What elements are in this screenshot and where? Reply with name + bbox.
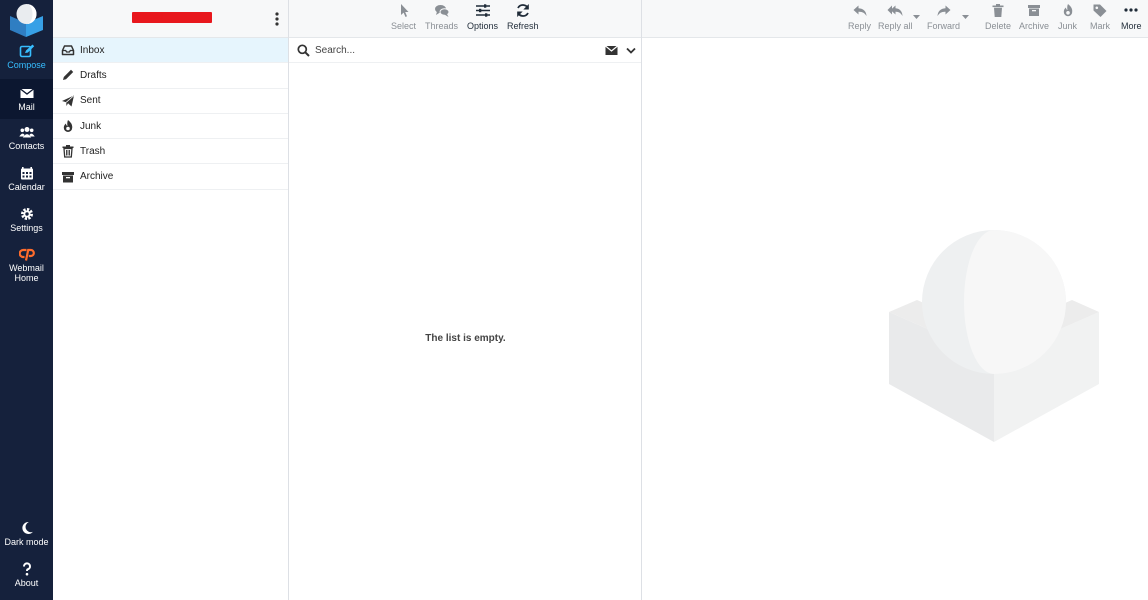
folder-inbox-label: Inbox (80, 44, 105, 56)
nav-dark-mode[interactable]: Dark mode (0, 521, 53, 551)
reply-label: Reply (848, 21, 872, 31)
account-name: redacted (132, 12, 212, 23)
folder-panel: redacted Inbox Drafts Sent Junk Trash Ar… (53, 0, 289, 600)
threads-label: Threads (425, 21, 459, 31)
folder-junk-label: Junk (80, 120, 102, 132)
comments-icon (434, 5, 450, 17)
message-list-panel: Select Threads Options Refresh Search...… (289, 0, 642, 600)
refresh-label: Refresh (507, 21, 539, 31)
folder-archive-label: Archive (80, 171, 114, 183)
folder-archive[interactable]: Archive (53, 164, 288, 190)
archive-button[interactable]: Archive (1019, 3, 1049, 31)
envelope-icon (19, 88, 34, 98)
junk-label: Junk (1058, 21, 1078, 31)
select-button[interactable]: Select (391, 3, 416, 31)
forward-label: Forward (927, 21, 961, 31)
fire-icon (1063, 4, 1072, 17)
nav-about-label: About (14, 578, 39, 588)
nav-mail-label: Mail (18, 102, 35, 112)
forward-icon (937, 5, 950, 16)
folder-sent[interactable]: Sent (53, 89, 288, 114)
search-input[interactable] (315, 44, 595, 56)
reply-all-icon (887, 5, 903, 16)
envelope-icon[interactable] (605, 45, 618, 56)
pencil-icon (63, 70, 74, 81)
forward-button[interactable]: Forward (927, 3, 960, 31)
dots-icon (1124, 8, 1138, 12)
nav-contacts[interactable]: Contacts (0, 125, 53, 155)
junk-button[interactable]: Junk (1058, 3, 1077, 31)
nav-settings-label: Settings (10, 223, 43, 233)
refresh-icon (516, 4, 529, 17)
reply-all-dropdown-icon[interactable] (913, 15, 920, 19)
forward-dropdown-icon[interactable] (962, 15, 969, 19)
refresh-button[interactable]: Refresh (507, 3, 539, 31)
reply-all-button[interactable]: Reply all (878, 3, 913, 31)
nav-webmail-home-label: Webmail Home (9, 263, 44, 283)
tag-icon (1093, 4, 1107, 17)
roundcube-logo[interactable] (8, 3, 45, 37)
options-label: Options (467, 21, 499, 31)
nav-calendar[interactable]: Calendar (0, 166, 53, 196)
reply-button[interactable]: Reply (848, 3, 871, 31)
archive-icon (1028, 5, 1040, 16)
reply-all-label: Reply all (878, 21, 913, 31)
nav-about[interactable]: About (0, 562, 53, 592)
calendar-icon (20, 167, 33, 180)
trash-icon (992, 4, 1004, 17)
nav-dark-mode-label: Dark mode (4, 537, 49, 547)
mark-button[interactable]: Mark (1090, 3, 1110, 31)
paper-plane-icon (62, 95, 74, 107)
delete-label: Delete (985, 21, 1012, 31)
folder-sent-label: Sent (80, 95, 101, 107)
folder-junk[interactable]: Junk (53, 114, 288, 140)
archive-icon (62, 171, 74, 183)
inbox-icon (61, 45, 75, 56)
folder-trash-label: Trash (80, 145, 106, 157)
question-icon (22, 562, 31, 576)
options-button[interactable]: Options (467, 3, 498, 31)
search-bar (289, 38, 641, 63)
chevron-down-icon[interactable] (626, 46, 636, 55)
more-button[interactable]: More (1121, 3, 1142, 31)
kebab-menu-icon[interactable] (272, 10, 282, 28)
trash-icon (62, 145, 74, 158)
folder-drafts[interactable]: Drafts (53, 63, 288, 89)
roundcube-watermark-logo (889, 230, 1099, 442)
search-icon[interactable] (297, 43, 310, 57)
reply-icon (853, 5, 866, 16)
folder-panel-header: redacted (53, 0, 288, 38)
mark-label: Mark (1090, 21, 1110, 31)
cursor-icon (400, 4, 408, 17)
nav-contacts-label: Contacts (8, 141, 45, 151)
threads-button[interactable]: Threads (425, 3, 458, 31)
nav-calendar-label: Calendar (8, 182, 45, 192)
nav-webmail-home[interactable]: Webmail Home (0, 247, 53, 287)
delete-button[interactable]: Delete (985, 3, 1011, 31)
users-icon (18, 127, 35, 138)
more-label: More (1121, 21, 1142, 31)
nav-compose-label: Compose (7, 60, 46, 70)
empty-list-message: The list is empty. (425, 333, 506, 344)
folder-drafts-label: Drafts (80, 69, 107, 81)
cpanel-icon (18, 248, 35, 261)
select-label: Select (391, 21, 417, 31)
compose-icon (19, 44, 34, 58)
nav-settings[interactable]: Settings (0, 207, 53, 237)
nav-compose[interactable]: Compose (0, 44, 53, 74)
archive-label: Archive (1019, 21, 1050, 31)
main-nav-rail: Compose Mail Contacts Calendar Settings (0, 0, 53, 600)
message-content-panel: Reply Reply all Forward Delete Archive J… (642, 0, 1148, 600)
fire-icon (63, 120, 73, 133)
gear-icon (20, 208, 33, 220)
moon-icon (21, 521, 33, 534)
message-toolbar: Reply Reply all Forward Delete Archive J… (642, 0, 1148, 38)
sliders-icon (475, 4, 490, 17)
nav-mail[interactable]: Mail (0, 79, 53, 119)
message-list-toolbar: Select Threads Options Refresh (289, 0, 641, 38)
folder-trash[interactable]: Trash (53, 139, 288, 165)
folder-inbox[interactable]: Inbox (53, 38, 288, 64)
